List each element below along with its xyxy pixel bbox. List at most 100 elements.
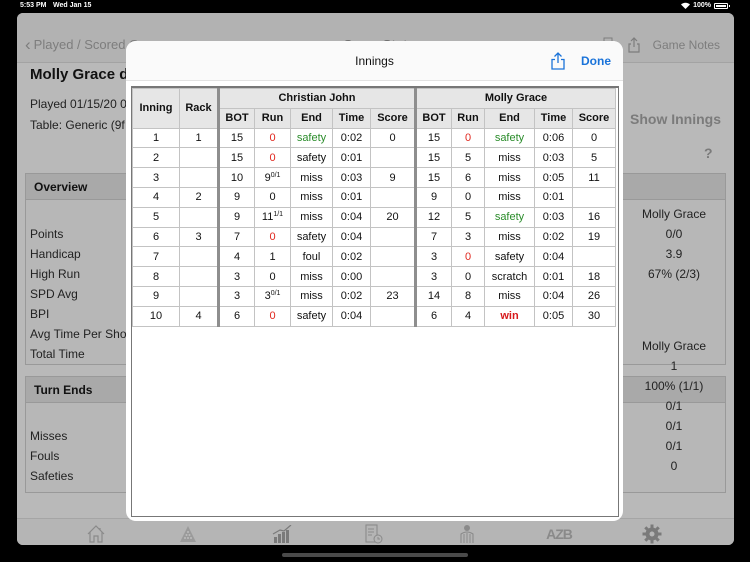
tab-history[interactable] xyxy=(363,524,385,544)
cell-p1-bot: 3 xyxy=(217,266,255,287)
status-date: Wed Jan 15 xyxy=(53,2,92,9)
tab-settings[interactable] xyxy=(641,524,663,544)
cell-inning: 7 xyxy=(132,246,180,268)
cell-p1-end: miss xyxy=(290,285,333,307)
cell-p2-bot: 15 xyxy=(414,167,452,188)
inning-row: 7 4 1 foul 0:02 3 0 safety 0:04 xyxy=(132,246,616,268)
table-type: Table: Generic (9f xyxy=(30,118,125,132)
cell-p1-time: 0:02 xyxy=(332,127,371,149)
run-value: 1 xyxy=(269,250,276,263)
cell-p1-bot: 15 xyxy=(217,147,255,169)
overview-label-high-run: High Run xyxy=(30,267,81,281)
cell-p1-score xyxy=(370,266,416,287)
referee-icon xyxy=(460,525,474,543)
run-value: 0 xyxy=(269,310,276,323)
turn-ends-value-safeties: 0 xyxy=(670,459,678,473)
cell-p1-time: 0:04 xyxy=(332,305,371,327)
done-button[interactable]: Done xyxy=(581,54,611,68)
home-indicator xyxy=(282,553,468,557)
innings-table-container[interactable]: Inning Rack Christian John Molly Grace B… xyxy=(131,86,619,517)
inning-row: 5 9 111/1 miss 0:04 20 12 5 safety 0:03 16 xyxy=(132,206,616,228)
cell-p1-run: 0 xyxy=(254,127,291,149)
cell-p1-run: 30/1 xyxy=(254,285,291,307)
header-p2-bot: BOT xyxy=(414,107,452,129)
cell-rack: 1 xyxy=(179,127,219,149)
overview-value-points: 0/0 xyxy=(665,227,683,241)
turn-ends-value-2: 100% (1/1) xyxy=(644,379,704,393)
cell-p1-bot: 6 xyxy=(217,305,255,327)
wifi-icon xyxy=(681,2,691,9)
cell-p2-end: miss xyxy=(484,285,535,307)
share-icon[interactable] xyxy=(627,37,641,53)
cell-p1-run: 0 xyxy=(254,266,291,287)
tab-home[interactable] xyxy=(85,524,107,544)
cell-p1-score xyxy=(370,147,416,169)
cell-p2-time: 0:03 xyxy=(534,147,573,169)
game-notes-button[interactable]: Game Notes xyxy=(653,38,720,52)
tab-rack[interactable] xyxy=(177,524,199,544)
run-breaks: 0/1 xyxy=(270,171,281,179)
overview-label-handicap: Handicap xyxy=(30,247,81,261)
modal-header: Innings Done xyxy=(126,41,623,81)
cell-p1-time: 0:02 xyxy=(332,246,371,268)
inning-row: 8 3 0 miss 0:00 3 0 scratch 0:01 18 xyxy=(132,266,616,287)
cell-p2-run: 0 xyxy=(451,246,485,268)
overview-label-points: Points xyxy=(30,227,64,241)
turn-ends-value-1: 1 xyxy=(670,359,678,373)
cell-p2-run: 0 xyxy=(451,266,485,287)
status-bar: 5:53 PM Wed Jan 15 100% xyxy=(0,0,750,13)
inning-row: 3 10 90/1 miss 0:03 9 15 6 miss 0:05 11 xyxy=(132,167,616,188)
cell-p2-score: 30 xyxy=(572,305,616,327)
cell-p1-run: 111/1 xyxy=(254,206,291,228)
cell-rack xyxy=(179,285,219,307)
cell-p2-time: 0:01 xyxy=(534,186,573,208)
cell-p2-score: 0 xyxy=(572,127,616,149)
innings-table: Inning Rack Christian John Molly Grace B… xyxy=(132,88,616,327)
tab-referee[interactable] xyxy=(456,524,478,544)
cell-rack xyxy=(179,206,219,228)
cell-p2-end: safety xyxy=(484,127,535,149)
cell-p2-run: 0 xyxy=(451,186,485,208)
cell-p1-score xyxy=(370,305,416,327)
cell-p1-time: 0:01 xyxy=(332,186,371,208)
run-value: 5 xyxy=(464,151,472,164)
cell-p1-time: 0:03 xyxy=(332,167,371,188)
cell-p1-end: safety xyxy=(290,127,333,149)
overview-value-high-run: 67% (2/3) xyxy=(647,267,701,281)
cell-p2-score: 5 xyxy=(572,147,616,169)
show-innings-button[interactable]: Show Innings xyxy=(630,111,721,127)
cell-p1-end: foul xyxy=(290,246,333,268)
help-button[interactable]: ? xyxy=(704,145,713,161)
tab-stats[interactable] xyxy=(271,524,293,544)
cell-p1-score: 23 xyxy=(370,285,416,307)
header-inning: Inning xyxy=(132,88,180,129)
cell-p2-time: 0:05 xyxy=(534,305,573,327)
cell-p2-run: 3 xyxy=(451,226,485,248)
cell-p2-run: 4 xyxy=(451,305,485,327)
cell-p2-end: miss xyxy=(484,167,535,188)
cell-inning: 5 xyxy=(132,206,180,228)
turn-ends-label-fouls: Fouls xyxy=(30,449,60,463)
tab-azb[interactable]: AZB xyxy=(546,524,573,544)
run-value: 0 xyxy=(269,151,276,164)
header-p1-bot: BOT xyxy=(217,107,255,129)
overview-label-spd-avg: SPD Avg xyxy=(30,287,78,301)
turn-ends-value-fouls: 0/1 xyxy=(665,439,683,453)
cell-p1-bot: 3 xyxy=(217,285,255,307)
cell-p2-score: 16 xyxy=(572,206,616,228)
run-value: 6 xyxy=(464,171,472,184)
run-value: 0 xyxy=(464,131,472,144)
cell-p1-bot: 7 xyxy=(217,226,255,248)
share-icon[interactable] xyxy=(550,52,566,70)
inning-row: 2 15 0 safety 0:01 15 5 miss 0:03 5 xyxy=(132,147,616,169)
cell-rack: 2 xyxy=(179,186,219,208)
cell-rack: 3 xyxy=(179,226,219,248)
cell-p2-bot: 9 xyxy=(414,186,452,208)
header-p1-time: Time xyxy=(332,107,371,129)
run-value: 0 xyxy=(464,250,472,263)
battery-icon xyxy=(714,2,730,9)
cell-inning: 10 xyxy=(132,305,180,327)
cell-p1-score: 0 xyxy=(370,127,416,149)
cell-p1-bot: 9 xyxy=(217,186,255,208)
cell-p1-score xyxy=(370,186,416,208)
